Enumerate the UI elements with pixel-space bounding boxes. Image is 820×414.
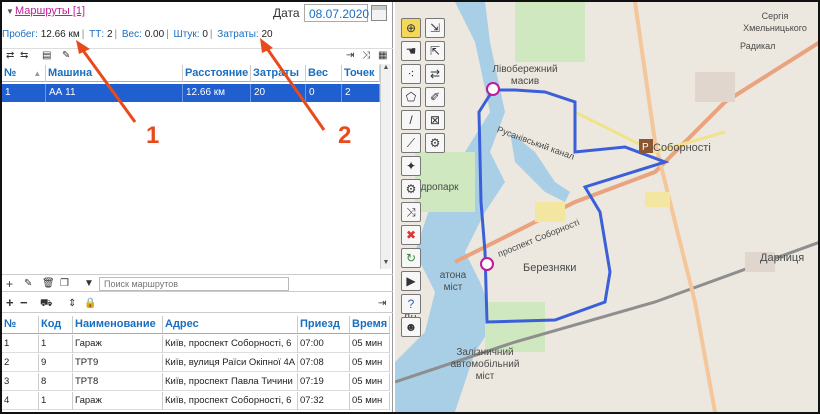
edit-icon[interactable]: ✎ [24,278,32,290]
cell: Київ, проспект Павла Тичини [163,373,298,391]
cell: 05 мин [350,335,390,353]
filter-icon[interactable]: ▼ [84,278,94,290]
col-address[interactable]: Адрес [163,316,298,333]
building [695,72,735,102]
annotation-1: 1 [146,122,160,149]
points-icon[interactable]: ⁖ [401,64,421,84]
cart-icon[interactable]: ⛟ [40,298,53,310]
cell: 07:32 [298,392,350,410]
cell: 2 [2,354,39,372]
cell: Гараж [73,335,163,353]
label-livoberezhnyi: Лівобережний масив [492,64,558,87]
parking-icon-text: P [642,142,649,153]
brush-icon[interactable]: ✐ [425,87,445,107]
park-area [515,2,585,62]
add-icon[interactable]: + [6,278,13,290]
points-toolbar: + − ⛟ ⇕ 🔒 ⇥ [2,295,393,313]
target-icon[interactable]: ⊕ [401,18,421,38]
cell: 05 мин [350,354,390,372]
cell: 3 [2,373,39,391]
cell: TPT8 [73,373,163,391]
annotation-arrows [76,38,326,131]
cell: 1 [39,335,73,353]
point-row[interactable]: 4 1 Гараж Київ, проспект Соборності, 6 0… [2,392,390,410]
shuffle-icon[interactable]: ⤨ [401,202,421,222]
label-sobornosti: Соборності [653,142,711,154]
point-row[interactable]: 2 9 TPT9 Київ, вулиця Раїси Окіпної 4А 0… [2,354,390,372]
refresh-icon[interactable]: ↻ [401,248,421,268]
points-grid-header: № Код Наименование Адрес Приезд Время с [2,316,390,334]
annotation-2: 2 [338,122,352,149]
cell: 9 [39,354,73,372]
export-icon[interactable]: ⇱ [425,41,445,61]
cell: 05 мин [350,373,390,391]
routes-bottom-toolbar: + ✎ 🗑 ❐ ▼ [2,274,393,292]
pin-right-icon-2[interactable]: ⇥ [378,298,386,310]
label-khmelnytskogo: Сергія Хмельницького [743,11,807,33]
owl-icon[interactable]: ☻ [401,317,421,337]
col-point-number[interactable]: № [2,316,39,333]
col-arrival[interactable]: Приезд [298,316,350,333]
scroll-down-icon[interactable]: ▼ [381,259,391,269]
route-marker-end [480,257,494,271]
copy-icon[interactable]: ❐ [60,278,69,290]
col-time[interactable]: Время с [350,316,390,333]
cell: Київ, проспект Соборності, 6 [163,335,298,353]
route-path [477,88,670,324]
play-icon[interactable]: ▶ [401,271,421,291]
polygon-icon[interactable]: ⬠ [401,87,421,107]
label-patona: атона міст [439,270,467,293]
cell: 1 [39,392,73,410]
clear-icon[interactable]: ⊠ [425,110,445,130]
map-view[interactable]: P Лівобережний масив Гідропарк Соборност… [395,2,818,412]
point-row[interactable]: 3 8 TPT8 Київ, проспект Павла Тичини 07:… [2,373,390,391]
green-area [485,302,545,352]
arrow-line-2 [264,46,326,131]
delete-icon[interactable]: ✖ [401,225,421,245]
lock-icon[interactable]: 🔒 [84,298,96,310]
cell: 07:19 [298,373,350,391]
pencil-icon[interactable]: / [401,110,421,130]
ruler-icon[interactable]: ⟋ [401,133,421,153]
cell: 07:00 [298,335,350,353]
cell: 4 [2,392,39,410]
col-name[interactable]: Наименование [73,316,163,333]
magic-icon[interactable]: ✦ [401,156,421,176]
swap-icon[interactable]: ⇄ [425,64,445,84]
cell: 07:08 [298,354,350,372]
settings-icon[interactable]: ⚙ [425,133,445,153]
cell: 05 мин [350,392,390,410]
route-search-input[interactable] [99,277,289,291]
help-icon[interactable]: ? [401,294,421,314]
building [645,192,670,207]
arrow-head-2 [260,38,273,53]
label-bereznyaky: Березняки [523,262,577,274]
label-radykal: Радикал [740,41,776,51]
label-darnytsia: Дарниця [760,252,805,264]
arrow-head-1 [76,40,90,54]
label-zaliznychnyi: Залізничний автомобільний міст [450,347,520,382]
col-code[interactable]: Код [39,316,73,333]
cell: TPT9 [73,354,163,372]
cell: 8 [39,373,73,391]
cell: Київ, вулиця Раїси Окіпної 4А [163,354,298,372]
hand-icon[interactable]: ☚ [401,41,421,61]
sort-icon[interactable]: ⇕ [68,298,76,310]
cell: 1 [2,335,39,353]
cell: Гараж [73,392,163,410]
point-row[interactable]: 1 1 Гараж Київ, проспект Соборності, 6 0… [2,335,390,353]
app-window: ▼ Маршруты [1] Дата 08.07.2020 Пробег: 1… [0,0,820,414]
add-point-icon[interactable]: + [6,296,14,309]
delete-icon[interactable]: 🗑 [42,278,55,290]
routes-panel: ▼ Маршруты [1] Дата 08.07.2020 Пробег: 1… [2,2,393,412]
cell: Київ, проспект Соборності, 6 [163,392,298,410]
import-icon[interactable]: ⇲ [425,18,445,38]
building [535,202,565,222]
arrow-line-1 [80,48,137,123]
gear-bulb-icon[interactable]: ⚙ [401,179,421,199]
remove-point-icon[interactable]: − [20,296,28,309]
